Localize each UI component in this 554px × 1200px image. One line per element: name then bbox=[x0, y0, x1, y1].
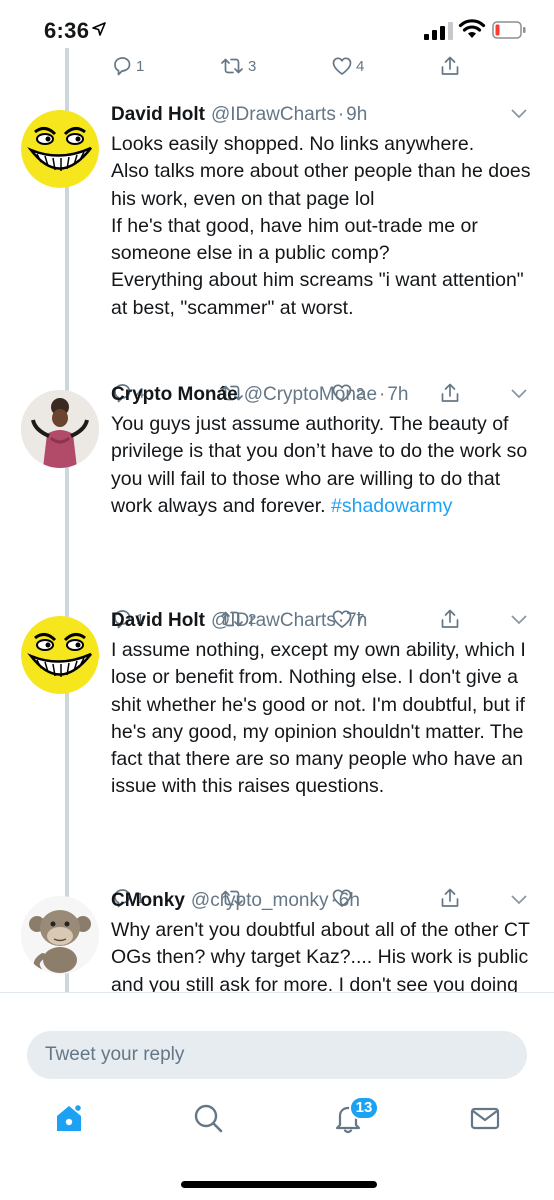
tweet-item[interactable]: Crypto Monáe @CryptoMonae · 7h You guys jus… bbox=[0, 382, 554, 629]
wifi-icon bbox=[458, 19, 486, 38]
chevron-down-icon[interactable] bbox=[510, 108, 528, 120]
location-arrow-icon bbox=[92, 22, 106, 36]
avatar[interactable] bbox=[21, 390, 99, 468]
dot-separator: · bbox=[379, 384, 386, 405]
tweet-text: I assume nothing, except my own ability,… bbox=[111, 639, 526, 798]
handle[interactable]: @IDrawCharts bbox=[211, 610, 336, 631]
tweet-text-content: You guys just assume authority. The beau… bbox=[111, 413, 528, 517]
avatar[interactable] bbox=[21, 616, 99, 694]
messages-tab-icon[interactable] bbox=[468, 1101, 502, 1135]
tweet-header: David Holt @IDrawCharts · 9h bbox=[111, 102, 367, 128]
tweet-header: CMonky @crypto_monky · 6h bbox=[111, 888, 360, 914]
tweet-item[interactable]: David Holt @IDrawCharts · 7h I assume nothi… bbox=[0, 608, 554, 908]
notifications-badge: 13 bbox=[349, 1096, 379, 1120]
timestamp[interactable]: 6h bbox=[339, 890, 360, 911]
hashtag-link[interactable]: #shadowarmy bbox=[331, 495, 452, 517]
home-indicator[interactable] bbox=[181, 1181, 377, 1188]
troll-face-icon bbox=[21, 616, 99, 694]
reply-icon bbox=[114, 57, 131, 76]
tweet-text: You guys just assume authority. The beau… bbox=[111, 411, 531, 520]
tweet-item[interactable]: David Holt @IDrawCharts · 9h Looks easily s… bbox=[0, 102, 554, 403]
chevron-down-icon[interactable] bbox=[510, 894, 528, 906]
chevron-down-icon[interactable] bbox=[510, 388, 528, 400]
like-button[interactable]: 4 bbox=[331, 52, 364, 80]
display-name[interactable]: CMonky bbox=[111, 890, 185, 911]
share-icon bbox=[441, 56, 459, 75]
search-tab-icon[interactable] bbox=[191, 1101, 225, 1135]
battery-icon bbox=[492, 21, 526, 39]
handle[interactable]: @CryptoMonae bbox=[244, 384, 377, 405]
tweet-header: Crypto Monáe @CryptoMonae · 7h bbox=[111, 382, 409, 408]
cellular-signal-icon bbox=[424, 22, 453, 40]
retweet-count: 3 bbox=[248, 57, 257, 75]
handle[interactable]: @IDrawCharts bbox=[211, 104, 336, 125]
display-name[interactable]: Crypto Monáe bbox=[111, 384, 238, 405]
reply-placeholder: Tweet your reply bbox=[45, 1044, 185, 1065]
reply-button[interactable]: 1 bbox=[111, 52, 144, 80]
bottom-bar: Tweet your reply bbox=[0, 992, 554, 1200]
avatar[interactable] bbox=[21, 110, 99, 188]
reply-count: 1 bbox=[136, 57, 145, 75]
troll-face-icon bbox=[21, 110, 99, 188]
heart-icon bbox=[332, 57, 352, 75]
dot-separator: · bbox=[330, 890, 337, 911]
monkey-plush-icon bbox=[21, 896, 99, 974]
tweet-text: Why aren't you doubtful about all of the… bbox=[111, 919, 530, 992]
timestamp[interactable]: 7h bbox=[387, 384, 408, 405]
share-button[interactable] bbox=[439, 52, 461, 80]
status-time: 6:36 bbox=[44, 18, 90, 43]
tweet-text: Looks easily shopped. No links anywhere.… bbox=[111, 133, 531, 319]
tweet-header: David Holt @IDrawCharts · 7h bbox=[111, 608, 367, 634]
handle[interactable]: @crypto_monky bbox=[191, 890, 329, 911]
reply-input[interactable]: Tweet your reply bbox=[27, 1031, 527, 1079]
reply-thread[interactable]: 1 3 4 David Holt @IDrawCharts · 9h Looks… bbox=[0, 48, 554, 992]
like-count: 4 bbox=[356, 57, 365, 75]
chevron-down-icon[interactable] bbox=[510, 614, 528, 626]
display-name[interactable]: David Holt bbox=[111, 104, 205, 125]
tweet-item[interactable]: CMonky @crypto_monky · 6h Why aren't you do… bbox=[0, 888, 554, 992]
home-tab-icon[interactable] bbox=[52, 1101, 86, 1135]
timestamp[interactable]: 7h bbox=[346, 610, 367, 631]
person-photo-icon bbox=[21, 390, 99, 468]
previous-tweet-actions: 1 3 4 bbox=[111, 52, 554, 82]
display-name[interactable]: David Holt bbox=[111, 610, 205, 631]
retweet-button[interactable]: 3 bbox=[219, 52, 256, 80]
avatar[interactable] bbox=[21, 896, 99, 974]
dot-separator: · bbox=[337, 610, 345, 631]
timestamp[interactable]: 9h bbox=[346, 104, 367, 125]
retweet-icon bbox=[221, 58, 243, 74]
dot-separator: · bbox=[337, 104, 345, 125]
